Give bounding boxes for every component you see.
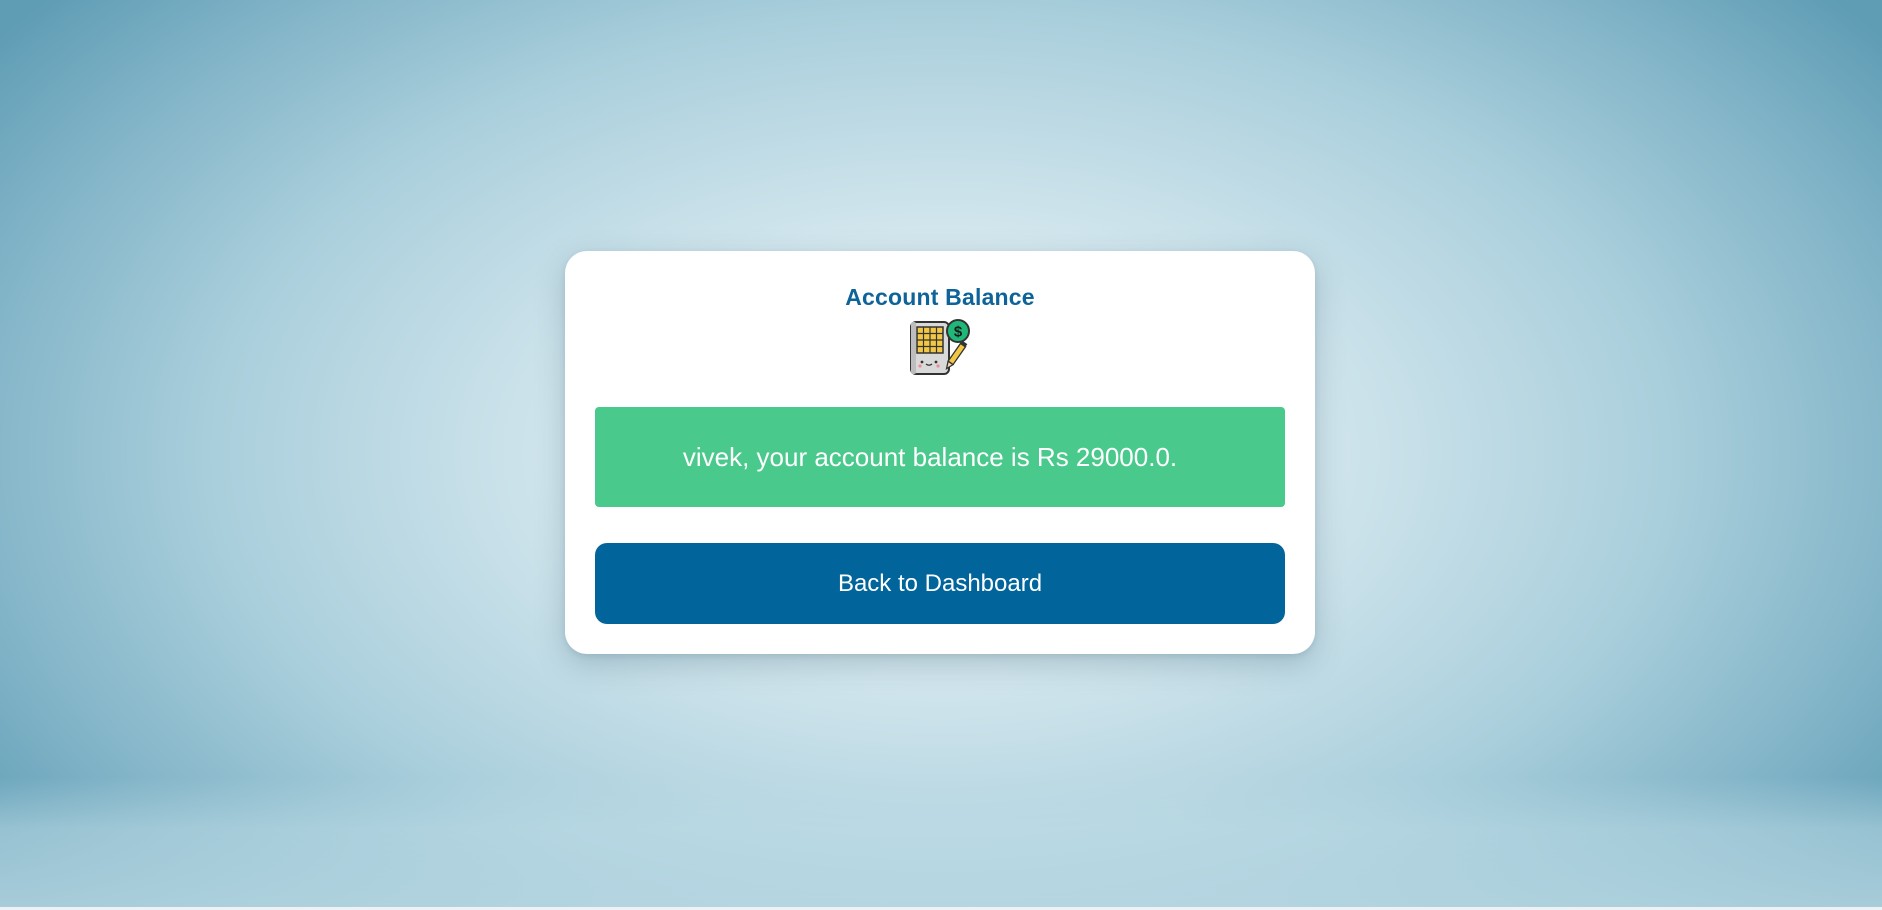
balance-card: Account Balance $ vivek, your account ba… — [565, 251, 1315, 654]
balance-message: vivek, your account balance is Rs 29000.… — [682, 441, 1178, 472]
balance-message-box: vivek, your account balance is Rs 29000.… — [595, 407, 1285, 507]
background-floor-glow — [0, 777, 1882, 907]
calculator-money-icon: $ — [908, 318, 972, 378]
page-background: Account Balance $ vivek, your account ba… — [0, 0, 1882, 907]
page-title: Account Balance — [845, 284, 1035, 310]
back-to-dashboard-button[interactable]: Back to Dashboard — [595, 543, 1285, 624]
svg-text:$: $ — [954, 324, 963, 341]
